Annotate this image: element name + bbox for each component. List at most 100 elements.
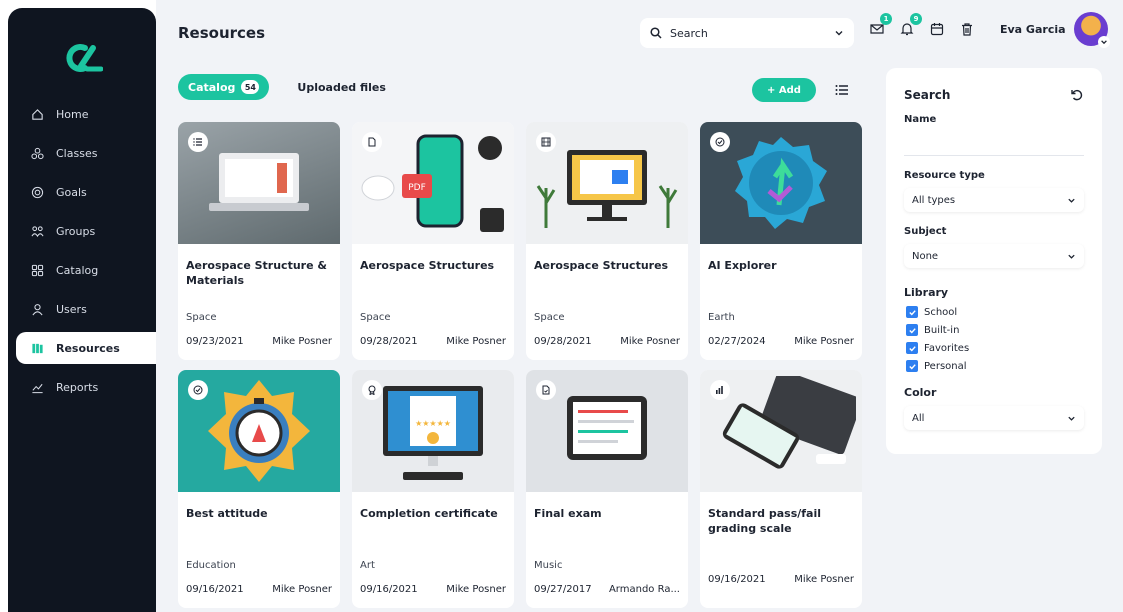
notifications-badge: 9 <box>910 13 922 25</box>
resource-card[interactable]: Aerospace Structures Space 09/28/2021 Mi… <box>526 122 688 360</box>
card-title: Standard pass/fail grading scale <box>708 507 822 535</box>
card-title: Final exam <box>534 507 602 520</box>
tab-catalog[interactable]: Catalog 54 <box>178 74 270 100</box>
checkbox-label: Built-in <box>924 324 960 336</box>
filter-title: Search <box>904 88 951 102</box>
sidebar-item-label: Classes <box>56 146 98 160</box>
search-input[interactable]: Search <box>640 18 854 48</box>
card-title: Aerospace Structure & Materials <box>186 259 327 287</box>
card-thumbnail <box>700 122 862 244</box>
library-checkbox-personal[interactable]: Personal <box>906 360 967 372</box>
resource-card[interactable]: ★★★★★ Completion certificate Art 09/16/2… <box>352 370 514 608</box>
chevron-down-icon <box>1068 416 1075 421</box>
checkbox-icon <box>906 360 918 372</box>
card-subject: Space <box>534 312 565 323</box>
add-button[interactable]: + Add <box>752 78 816 102</box>
filter-panel: Search Name Resource type All types Subj… <box>886 68 1102 454</box>
card-thumbnail <box>526 370 688 492</box>
resource-card[interactable]: AI Explorer Earth 02/27/2024 Mike Posner <box>700 122 862 360</box>
name-field[interactable] <box>904 134 1084 156</box>
sidebar-item-classes[interactable]: Classes <box>8 137 156 169</box>
tab-label: Uploaded files <box>297 80 386 94</box>
sidebar-item-catalog[interactable]: Catalog <box>8 254 156 286</box>
card-date: 09/16/2021 <box>186 584 244 595</box>
search-icon <box>650 27 662 39</box>
chevron-down-icon[interactable] <box>834 28 844 38</box>
user-menu[interactable]: Eva Garcia <box>1000 12 1110 48</box>
home-icon <box>30 107 44 121</box>
library-checkbox-school[interactable]: School <box>906 306 957 318</box>
library-checkbox-built-in[interactable]: Built-in <box>906 324 959 336</box>
resources-icon <box>30 341 44 355</box>
resource-card[interactable]: PDF Aerospace Structures Space 09/28/202… <box>352 122 514 360</box>
library-label: Library <box>904 286 949 299</box>
card-subject: Space <box>186 312 217 323</box>
resource-card[interactable]: Aerospace Structure & Materials Space 09… <box>178 122 340 360</box>
sidebar-item-home[interactable]: Home <box>8 98 156 130</box>
card-thumbnail <box>526 122 688 244</box>
card-author: Mike Posner <box>272 336 332 347</box>
classes-icon <box>30 146 44 160</box>
sidebar-item-label: Reports <box>56 380 99 394</box>
resource-type-label: Resource type <box>904 170 985 181</box>
search-label: Search <box>670 26 708 40</box>
library-checkbox-favorites[interactable]: Favorites <box>906 342 969 354</box>
tab-label: Catalog <box>188 80 236 94</box>
calendar-icon <box>930 23 944 36</box>
film-icon <box>536 132 556 152</box>
card-date: 09/16/2021 <box>708 574 766 585</box>
card-thumbnail <box>178 370 340 492</box>
trash-button[interactable] <box>958 20 976 38</box>
card-date: 09/28/2021 <box>534 336 592 347</box>
checkbox-icon <box>906 324 918 336</box>
card-author: Mike Posner <box>272 584 332 595</box>
sidebar-nav: Home Classes Goals Groups Catalog Users … <box>8 98 156 410</box>
messages-button[interactable]: 1 <box>868 13 892 38</box>
card-title: Best attitude <box>186 507 268 520</box>
sidebar-item-label: Resources <box>56 341 120 355</box>
users-icon <box>30 302 44 316</box>
resource-card[interactable]: Standard pass/fail grading scale 09/16/2… <box>700 370 862 608</box>
notifications-button[interactable]: 9 <box>898 13 922 38</box>
checkbox-icon <box>906 342 918 354</box>
card-author: Armando Ra... <box>608 584 680 595</box>
sidebar-item-users[interactable]: Users <box>8 293 156 325</box>
resource-card[interactable]: Final exam Music 09/27/2017 Armando Ra..… <box>526 370 688 608</box>
subject-select[interactable]: None <box>904 244 1084 268</box>
resource-grid: Aerospace Structure & Materials Space 09… <box>178 122 862 608</box>
sidebar-item-resources[interactable]: Resources <box>16 332 156 364</box>
card-subject: Earth <box>708 312 735 323</box>
app-logo[interactable] <box>63 42 103 74</box>
sidebar-item-label: Users <box>56 302 87 316</box>
compass-badge-image <box>208 380 310 482</box>
svg-text:PDF: PDF <box>408 183 426 193</box>
laptop-image <box>209 153 309 211</box>
card-date: 09/28/2021 <box>360 336 418 347</box>
subject-label: Subject <box>904 226 947 237</box>
sidebar-item-label: Catalog <box>56 263 99 277</box>
sidebar-item-goals[interactable]: Goals <box>8 176 156 208</box>
chevron-down-icon <box>1068 254 1075 259</box>
chart-icon <box>710 380 730 400</box>
card-author: Mike Posner <box>620 336 680 347</box>
sidebar-item-reports[interactable]: Reports <box>8 371 156 403</box>
checkbox-label: Favorites <box>924 342 970 354</box>
reset-icon[interactable] <box>1070 88 1084 102</box>
card-author: Mike Posner <box>794 574 854 585</box>
trash-icon <box>962 23 972 36</box>
card-subject: Space <box>360 312 391 323</box>
sidebar-item-groups[interactable]: Groups <box>8 215 156 247</box>
card-date: 09/23/2021 <box>186 336 244 347</box>
select-value: All <box>912 412 925 424</box>
badge-icon <box>188 380 208 400</box>
resource-card[interactable]: Best attitude Education 09/16/2021 Mike … <box>178 370 340 608</box>
avatar[interactable] <box>1073 12 1110 48</box>
resource-type-select[interactable]: All types <box>904 188 1084 212</box>
tab-uploaded-files[interactable]: Uploaded files <box>287 74 396 100</box>
list-view-icon[interactable] <box>834 82 850 98</box>
calendar-button[interactable] <box>928 20 946 38</box>
select-value: None <box>912 250 939 262</box>
card-thumbnail <box>178 122 340 244</box>
sidebar-item-label: Goals <box>56 185 87 199</box>
color-select[interactable]: All <box>904 406 1084 430</box>
